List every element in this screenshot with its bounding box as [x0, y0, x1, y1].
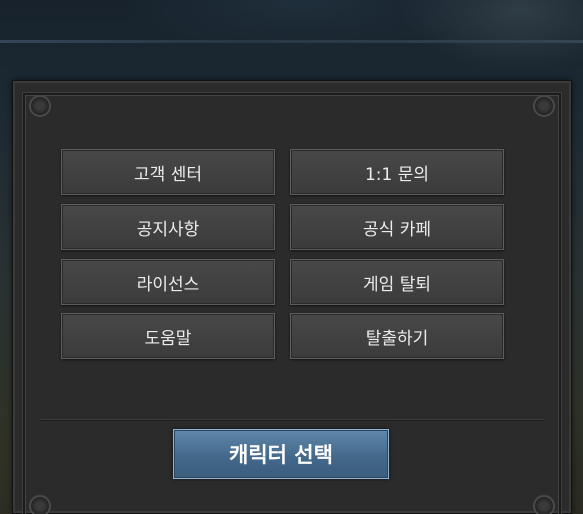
corner-ornament-icon: [29, 95, 51, 117]
inquiry-button[interactable]: 1:1 문의: [290, 149, 504, 195]
escape-label: 탈출하기: [365, 328, 429, 349]
corner-ornament-icon: [29, 495, 51, 514]
divider: [41, 419, 545, 420]
help-button[interactable]: 도움말: [61, 313, 275, 359]
license-label: 라이선스: [136, 274, 200, 295]
notice-button[interactable]: 공지사항: [61, 204, 275, 250]
corner-ornament-icon: [533, 95, 555, 117]
menu-panel: 고객 센터 1:1 문의 공지사항 공식 카페 라이선스 게임 탈퇴 도움말 탈…: [12, 80, 572, 514]
escape-button[interactable]: 탈출하기: [290, 313, 504, 359]
character-select-button[interactable]: 캐릭터 선택: [173, 429, 389, 479]
customer-center-label: 고객 센터: [134, 164, 202, 185]
character-select-label: 캐릭터 선택: [229, 443, 333, 467]
license-button[interactable]: 라이선스: [61, 259, 275, 305]
inquiry-label: 1:1 문의: [364, 164, 430, 185]
customer-center-button[interactable]: 고객 센터: [61, 149, 275, 195]
corner-ornament-icon: [533, 495, 555, 514]
background-strip: [0, 40, 583, 43]
official-cafe-button[interactable]: 공식 카페: [290, 204, 504, 250]
notice-label: 공지사항: [136, 219, 200, 240]
game-withdrawal-button[interactable]: 게임 탈퇴: [290, 259, 504, 305]
official-cafe-label: 공식 카페: [363, 219, 431, 240]
help-label: 도움말: [144, 328, 192, 349]
game-withdrawal-label: 게임 탈퇴: [363, 274, 431, 295]
